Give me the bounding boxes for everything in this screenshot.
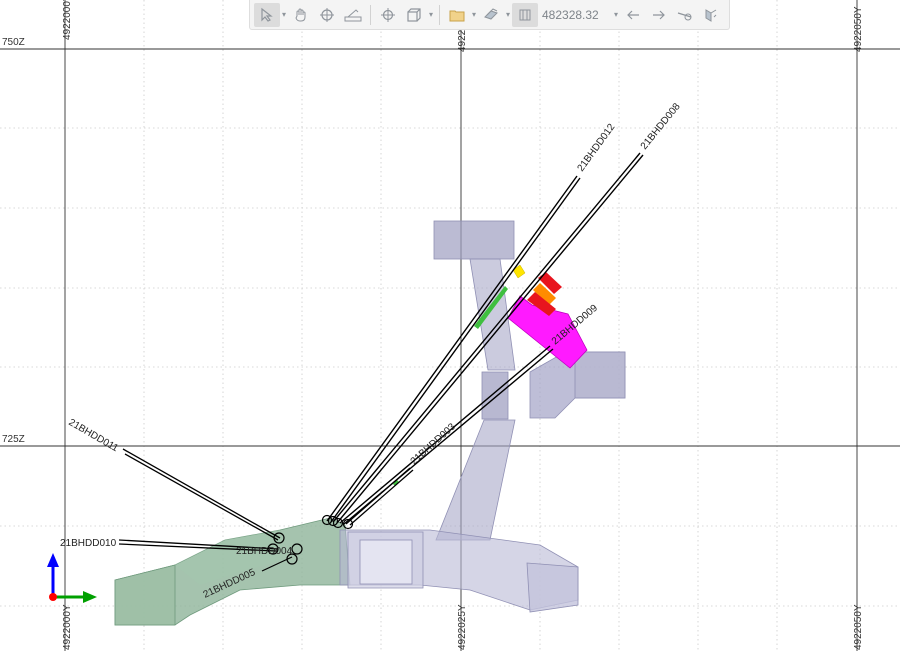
box-view-icon[interactable] — [401, 3, 427, 27]
layers-dropdown-icon[interactable]: ▾ — [504, 3, 512, 27]
elevation-label-750z: 750Z — [2, 37, 25, 48]
select-dropdown-icon[interactable]: ▾ — [280, 3, 288, 27]
folder-dropdown-icon[interactable]: ▾ — [470, 3, 478, 27]
layers-icon[interactable] — [478, 3, 504, 27]
northing-label-bottom-1: 4922000Y — [62, 604, 73, 650]
section-coordinate-field[interactable]: 482328.32 — [538, 4, 612, 26]
view-toolbar: ▾ ▾ ▾ ▾ 482328.32 ▾ — [249, 0, 730, 30]
crosshair-icon[interactable] — [314, 3, 340, 27]
back-arrow-icon[interactable] — [620, 3, 646, 27]
drillhole-label-21bhdd004: 21BHDD004 — [236, 546, 293, 557]
northing-label-top-1: 4922000Y — [62, 0, 73, 40]
eye-arrow-icon[interactable] — [672, 3, 698, 27]
northing-label-top-3: 4922050Y — [853, 6, 864, 52]
ruler-icon[interactable] — [340, 3, 366, 27]
northing-label-bottom-2: 4922025Y — [457, 604, 468, 650]
3d-scene-viewport[interactable]: 750Z 725Z 4922000Y 4922025Y 4922050Y 492… — [0, 0, 900, 651]
toolbar-separator — [439, 4, 440, 25]
coordinate-dropdown-icon[interactable]: ▾ — [612, 3, 620, 27]
section-flip-icon[interactable] — [698, 3, 724, 27]
elevation-label-725z: 725Z — [2, 434, 25, 445]
northing-label-bottom-3: 4922050Y — [853, 604, 864, 650]
center-target-icon[interactable] — [375, 3, 401, 27]
pan-hand-icon[interactable] — [288, 3, 314, 27]
drillhole-label-21bhdd010: 21BHDD010 — [60, 538, 117, 549]
toolbar-separator — [370, 4, 371, 25]
box-view-dropdown-icon[interactable]: ▾ — [427, 3, 435, 27]
select-arrow-icon[interactable] — [254, 2, 280, 27]
forward-arrow-icon[interactable] — [646, 3, 672, 27]
section-view-icon[interactable] — [512, 2, 538, 27]
folder-clip-icon[interactable] — [444, 3, 470, 27]
